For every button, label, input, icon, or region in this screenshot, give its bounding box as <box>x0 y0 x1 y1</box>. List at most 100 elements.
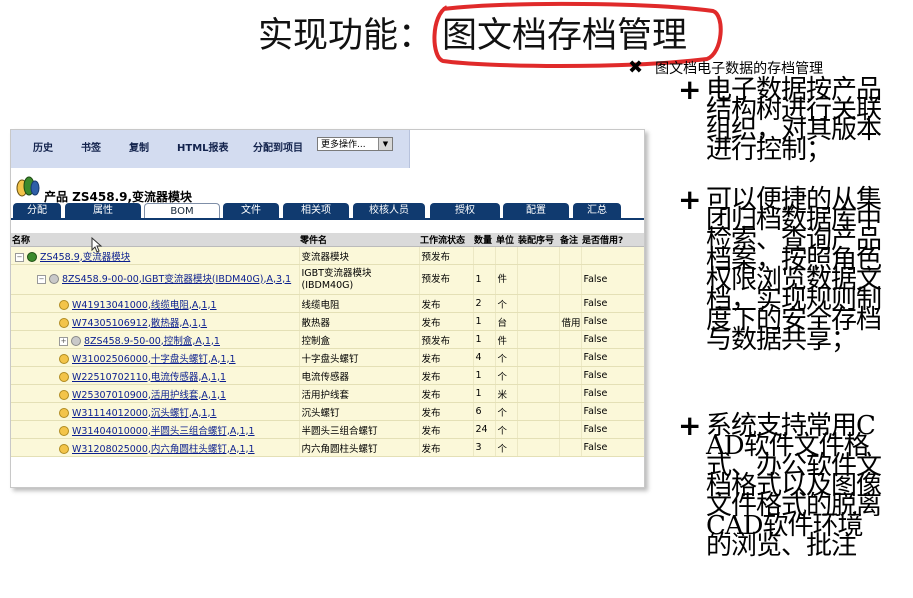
table-row[interactable]: W31002506000,十字盘头螺钉,A,1,1 十字盘头螺钉 发布 4 个 False <box>11 348 644 367</box>
table-row[interactable]: W74305106912,散热器,A,1,1 散热器 发布 1 台 借用 False <box>11 312 644 331</box>
part-icon <box>59 300 69 310</box>
column-header[interactable]: 零件名 <box>299 233 419 247</box>
borrow-cell: False <box>581 384 644 403</box>
column-header[interactable]: 单位 <box>495 233 517 247</box>
part-icon <box>59 408 69 418</box>
part-name-link[interactable]: W25307010900,活用护线套,A,1,1 <box>72 390 226 401</box>
note-cell <box>559 330 582 349</box>
seq-cell <box>517 294 560 313</box>
qty-cell: 1 <box>473 330 496 349</box>
pdm-app-window: 历史 书签 复制 HTML报表 分配到项目 更多操作... ▼ 产品 ZS458… <box>10 129 645 488</box>
part-name-link[interactable]: W31114012000,沉头螺钉,A,1,1 <box>72 408 217 419</box>
qty-cell: 2 <box>473 294 496 313</box>
name-cell: W74305106912,散热器,A,1,1 <box>11 312 300 331</box>
assign-project-button[interactable]: 分配到项目 <box>253 139 303 154</box>
borrow-cell: False <box>581 420 644 439</box>
part-name-link[interactable]: W31404010000,半圆头三组合螺钉,A,1,1 <box>72 426 255 437</box>
table-row[interactable]: W25307010900,活用护线套,A,1,1 活用护线套 发布 1 米 False <box>11 384 644 403</box>
qty-cell: 4 <box>473 348 496 367</box>
note-cell <box>559 246 582 265</box>
plus-bullet-icon: + <box>678 409 701 442</box>
part-icon <box>59 354 69 364</box>
qty-cell: 1 <box>473 312 496 331</box>
tab-2[interactable]: BOM <box>144 203 220 218</box>
table-header-row: 名称 零件名 工作流状态 数量 单位 装配序号 备注 是否借用? <box>11 233 644 247</box>
table-row[interactable]: − ZS458.9,变流器模块 变流器模块 预发布 <box>11 246 644 265</box>
seq-cell <box>517 438 560 457</box>
bullet-1: + 电子数据按产品结构树进行关联组织，对其版本进行控制； <box>678 76 884 164</box>
collapse-icon[interactable]: − <box>15 252 24 262</box>
tab-6[interactable]: 授权 <box>430 203 500 218</box>
part-icon <box>59 390 69 400</box>
column-header[interactable]: 工作流状态 <box>419 233 473 247</box>
table-row[interactable]: W22510702110,电流传感器,A,1,1 电流传感器 发布 1 个 False <box>11 366 644 385</box>
name-cell: − ZS458.9,变流器模块 <box>11 246 300 265</box>
note-cell <box>559 438 582 457</box>
expand-icon[interactable]: + <box>59 336 68 346</box>
tab-8[interactable]: 汇总 <box>573 203 621 218</box>
part-name-link[interactable]: W41913041000,线缆电阻,A,1,1 <box>72 300 217 311</box>
collapse-icon[interactable]: − <box>37 274 46 284</box>
part-cell: 线缆电阻 <box>299 294 420 313</box>
name-cell: +8ZS458.9-50-00,控制盒,A,1,1 <box>11 330 300 349</box>
bookmark-button[interactable]: 书签 <box>81 139 101 154</box>
part-name-link[interactable]: 8ZS458.9-50-00,控制盒,A,1,1 <box>84 336 220 347</box>
borrow-cell: False <box>581 402 644 421</box>
table-row[interactable]: +8ZS458.9-50-00,控制盒,A,1,1 控制盒 预发布 1 件 False <box>11 330 644 349</box>
status-cell: 预发布 <box>419 330 474 349</box>
unit-cell: 个 <box>495 420 518 439</box>
part-icon <box>49 274 59 284</box>
note-cell <box>559 420 582 439</box>
note-cell: 借用 <box>559 312 582 331</box>
history-button[interactable]: 历史 <box>33 139 53 154</box>
status-cell: 发布 <box>419 366 474 385</box>
slide-title-prefix: 实现功能： <box>258 16 434 56</box>
column-header[interactable]: 备注 <box>559 233 581 247</box>
tab-7[interactable]: 配置 <box>503 203 569 218</box>
part-name-link[interactable]: 8ZS458.9-00-00,IGBT变流器模块(IBDM40G),A,3,1 <box>62 274 291 285</box>
qty-cell: 3 <box>473 438 496 457</box>
table-row[interactable]: W41913041000,线缆电阻,A,1,1 线缆电阻 发布 2 个 False <box>11 294 644 313</box>
part-cell: 半圆头三组合螺钉 <box>299 420 420 439</box>
part-icon <box>59 426 69 436</box>
status-cell: 预发布 <box>419 264 474 295</box>
seq-cell <box>517 384 560 403</box>
mouse-cursor-icon <box>91 237 103 253</box>
qty-cell: 24 <box>473 420 496 439</box>
seq-cell <box>517 366 560 385</box>
tab-5[interactable]: 校核人员 <box>353 203 425 218</box>
status-cell: 发布 <box>419 402 474 421</box>
more-actions-value: 更多操作... <box>321 140 366 150</box>
table-row[interactable]: W31404010000,半圆头三组合螺钉,A,1,1 半圆头三组合螺钉 发布 24 个… <box>11 420 644 439</box>
part-name-link[interactable]: W22510702110,电流传感器,A,1,1 <box>72 372 226 383</box>
part-name-link[interactable]: ZS458.9,变流器模块 <box>40 252 130 263</box>
table-row[interactable]: W31208025000,内六角圆柱头螺钉,A,1,1 内六角圆柱头螺钉 发布 3 个 F… <box>11 438 644 457</box>
copy-button[interactable]: 复制 <box>129 139 149 154</box>
name-cell: W31114012000,沉头螺钉,A,1,1 <box>11 402 300 421</box>
note-cell <box>559 294 582 313</box>
part-name-link[interactable]: W74305106912,散热器,A,1,1 <box>72 318 207 329</box>
column-header[interactable]: 装配序号 <box>517 233 559 247</box>
tab-0[interactable]: 分配 <box>13 203 61 218</box>
chevron-down-icon[interactable]: ▼ <box>378 138 392 150</box>
part-name-link[interactable]: W31002506000,十字盘头螺钉,A,1,1 <box>72 354 236 365</box>
part-name-link[interactable]: W31208025000,内六角圆柱头螺钉,A,1,1 <box>72 444 255 455</box>
borrow-cell: False <box>581 264 644 295</box>
tab-bar: 分配 属性 BOM 文件 相关项 校核人员 授权 配置 汇总 <box>13 203 621 218</box>
column-header[interactable]: 名称 <box>11 233 299 247</box>
table-row[interactable]: W31114012000,沉头螺钉,A,1,1 沉头螺钉 发布 6 个 False <box>11 402 644 421</box>
column-header[interactable]: 是否借用? <box>581 233 644 247</box>
unit-cell: 个 <box>495 402 518 421</box>
part-icon <box>59 318 69 328</box>
tab-4[interactable]: 相关项 <box>283 203 349 218</box>
name-cell: W41913041000,线缆电阻,A,1,1 <box>11 294 300 313</box>
html-report-button[interactable]: HTML报表 <box>177 139 229 154</box>
tab-1[interactable]: 属性 <box>65 203 141 218</box>
column-header[interactable]: 数量 <box>473 233 495 247</box>
tab-3[interactable]: 文件 <box>223 203 279 218</box>
part-cell: 变流器模块 <box>299 246 420 265</box>
note-cell <box>559 366 582 385</box>
plus-bullet-icon: + <box>678 183 701 216</box>
more-actions-select[interactable]: 更多操作... ▼ <box>317 137 393 151</box>
table-row[interactable]: − 8ZS458.9-00-00,IGBT变流器模块(IBDM40G),A,3,1… <box>11 264 644 295</box>
